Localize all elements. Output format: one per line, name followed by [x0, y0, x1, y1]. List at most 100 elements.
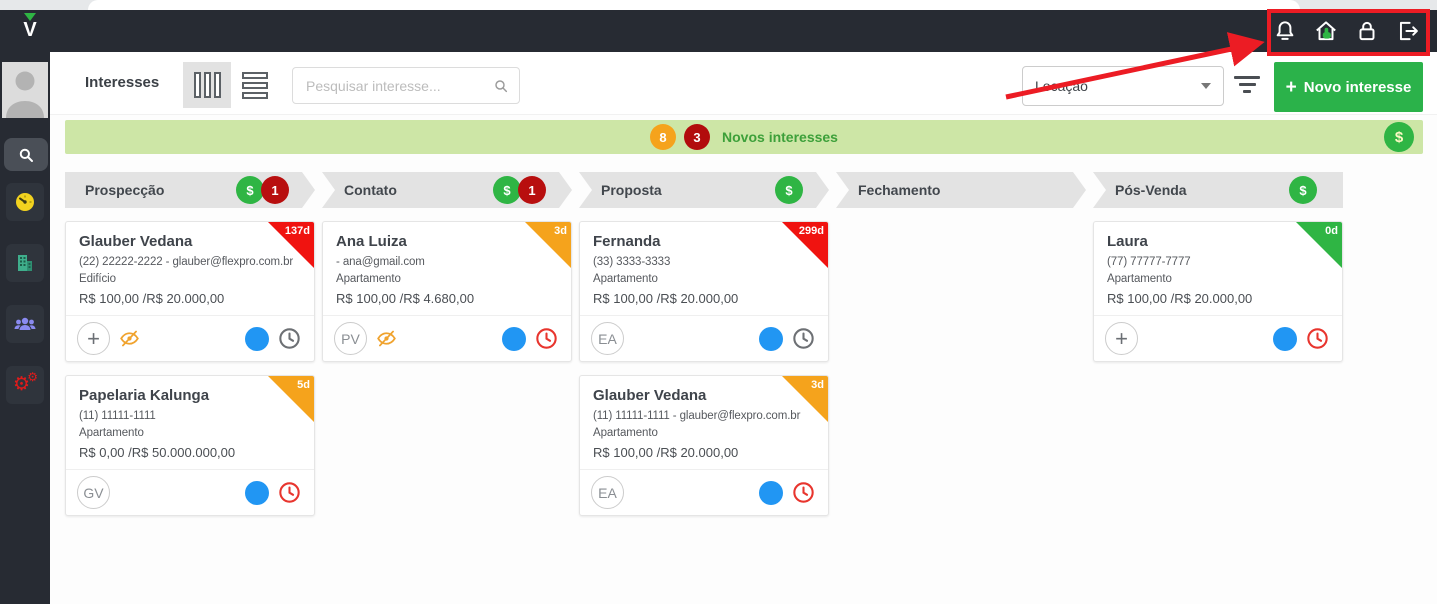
list-view-icon: [242, 71, 268, 99]
column-header[interactable]: Proposta $: [579, 172, 829, 208]
search-icon[interactable]: [493, 77, 509, 95]
card-avatar-button[interactable]: PV: [334, 322, 367, 355]
browser-tab: [88, 0, 1300, 10]
clock-icon[interactable]: [1305, 326, 1330, 351]
column-title: Contato: [344, 182, 397, 198]
list-view-button[interactable]: [231, 62, 279, 108]
home-access-icon[interactable]: [1313, 18, 1339, 44]
page-title: Interesses: [85, 74, 160, 91]
interest-card[interactable]: 299d Fernanda (33) 3333-3333 Apartamento…: [579, 221, 829, 362]
kanban-column: Proposta $ 299d Fernanda (33) 3333-3333 …: [579, 172, 829, 516]
clock-icon[interactable]: [534, 326, 559, 351]
column-header[interactable]: Fechamento: [836, 172, 1086, 208]
logout-icon[interactable]: [1395, 18, 1421, 44]
column-title: Pós-Venda: [1115, 182, 1187, 198]
card-avatar-button[interactable]: EA: [591, 322, 624, 355]
sidebar-search-button[interactable]: [4, 138, 48, 171]
money-badge: $: [1289, 176, 1317, 204]
toolbar: Interesses Locação +: [50, 52, 1437, 115]
interest-card[interactable]: 3d Ana Luiza - ana@gmail.com Apartamento…: [322, 221, 572, 362]
gears-icon: ⚙ ⚙: [13, 370, 38, 395]
interest-card[interactable]: 5d Papelaria Kalunga (11) 11111-1111 Apa…: [65, 375, 315, 516]
card-footer-right: [759, 326, 816, 351]
card-avatar-button[interactable]: +: [1105, 322, 1138, 355]
kanban-column: Fechamento: [836, 172, 1086, 516]
card-footer-right: [245, 326, 302, 351]
card-footer-right: [245, 480, 302, 505]
status-dot[interactable]: [245, 480, 269, 505]
chevron-down-icon: [1201, 83, 1211, 89]
filter-button[interactable]: [1233, 76, 1261, 94]
card-property: Apartamento: [1107, 273, 1172, 285]
card-avatar-button[interactable]: +: [77, 322, 110, 355]
money-icon[interactable]: $: [1384, 122, 1414, 152]
status-dot[interactable]: [1273, 326, 1297, 351]
kanban-view-button[interactable]: [183, 62, 231, 108]
sidebar: ⚙ ⚙: [0, 52, 50, 604]
orange-count-badge: 8: [650, 124, 677, 150]
column-header[interactable]: Pós-Venda $: [1093, 172, 1343, 208]
notifications-bell-icon[interactable]: [1272, 18, 1298, 44]
gauge-icon: [16, 193, 34, 211]
count-badge: 1: [518, 176, 546, 204]
lock-icon[interactable]: [1354, 18, 1380, 44]
interest-card[interactable]: 0d Laura (77) 77777-7777 Apartamento R$ …: [1093, 221, 1343, 362]
column-header[interactable]: Prospecção $ 1: [65, 172, 315, 208]
status-dot[interactable]: [245, 326, 269, 351]
status-dot[interactable]: [502, 326, 526, 351]
sidebar-item-companies[interactable]: [6, 244, 44, 282]
card-footer: EA: [580, 315, 828, 361]
app-logo[interactable]: V: [17, 13, 43, 40]
column-badges: $ 1: [493, 176, 546, 204]
card-property: Edifício: [79, 273, 116, 285]
type-filter-select[interactable]: Locação: [1022, 66, 1224, 106]
clock-icon[interactable]: [277, 480, 302, 505]
card-property: Apartamento: [593, 427, 658, 439]
interest-card[interactable]: 3d Glauber Vedana (11) 11111-1111 - glau…: [579, 375, 829, 516]
clock-icon[interactable]: [277, 326, 302, 351]
sidebar-item-settings[interactable]: ⚙ ⚙: [6, 366, 44, 404]
sidebar-item-contacts[interactable]: [6, 305, 44, 343]
card-values: R$ 100,00 /R$ 4.680,00: [336, 291, 475, 306]
browser-strip: [0, 0, 1437, 10]
column-title: Proposta: [601, 182, 662, 198]
column-header[interactable]: Contato $ 1: [322, 172, 572, 208]
view-toggle: [183, 62, 279, 108]
card-values: R$ 100,00 /R$ 20.000,00: [593, 291, 739, 306]
logo-letter: V: [23, 19, 37, 41]
card-values: R$ 100,00 /R$ 20.000,00: [79, 291, 225, 306]
topbar-icons: [1272, 10, 1421, 52]
card-footer: EA: [580, 469, 828, 515]
search-input[interactable]: [293, 77, 493, 94]
type-filter-value: Locação: [1035, 78, 1088, 94]
clock-icon[interactable]: [791, 326, 816, 351]
column-title: Prospecção: [85, 182, 165, 198]
plus-icon: +: [1285, 76, 1297, 98]
card-property: Apartamento: [336, 273, 401, 285]
topbar: V: [0, 10, 1437, 52]
kanban-column: Prospecção $ 1 137d Glauber Vedana (22) …: [65, 172, 315, 516]
interest-card[interactable]: 137d Glauber Vedana (22) 22222-2222 - gl…: [65, 221, 315, 362]
new-interests-banner: 8 3 Novos interesses $: [65, 120, 1423, 154]
new-interest-label: Novo interesse: [1303, 78, 1412, 96]
status-dot[interactable]: [759, 480, 783, 505]
kanban-view-icon: [193, 72, 221, 98]
status-dot[interactable]: [759, 326, 783, 351]
age-label: 5d: [297, 379, 310, 391]
user-avatar[interactable]: [2, 62, 48, 118]
sidebar-item-dashboard[interactable]: [6, 183, 44, 221]
card-values: R$ 100,00 /R$ 20.000,00: [593, 445, 739, 460]
card-property: Apartamento: [593, 273, 658, 285]
main: Interesses Locação +: [50, 52, 1437, 604]
eye-slash-icon: [377, 330, 396, 347]
kanban-board: Prospecção $ 1 137d Glauber Vedana (22) …: [65, 172, 1343, 516]
card-footer: GV: [66, 469, 314, 515]
money-badge: $: [236, 176, 264, 204]
card-avatar-button[interactable]: EA: [591, 476, 624, 509]
clock-icon[interactable]: [791, 480, 816, 505]
new-interest-button[interactable]: + Novo interesse: [1274, 62, 1423, 112]
card-values: R$ 100,00 /R$ 20.000,00: [1107, 291, 1253, 306]
card-avatar-button[interactable]: GV: [77, 476, 110, 509]
column-badges: $ 1: [236, 176, 289, 204]
kanban-column: Contato $ 1 3d Ana Luiza - ana@gmail.com…: [322, 172, 572, 516]
